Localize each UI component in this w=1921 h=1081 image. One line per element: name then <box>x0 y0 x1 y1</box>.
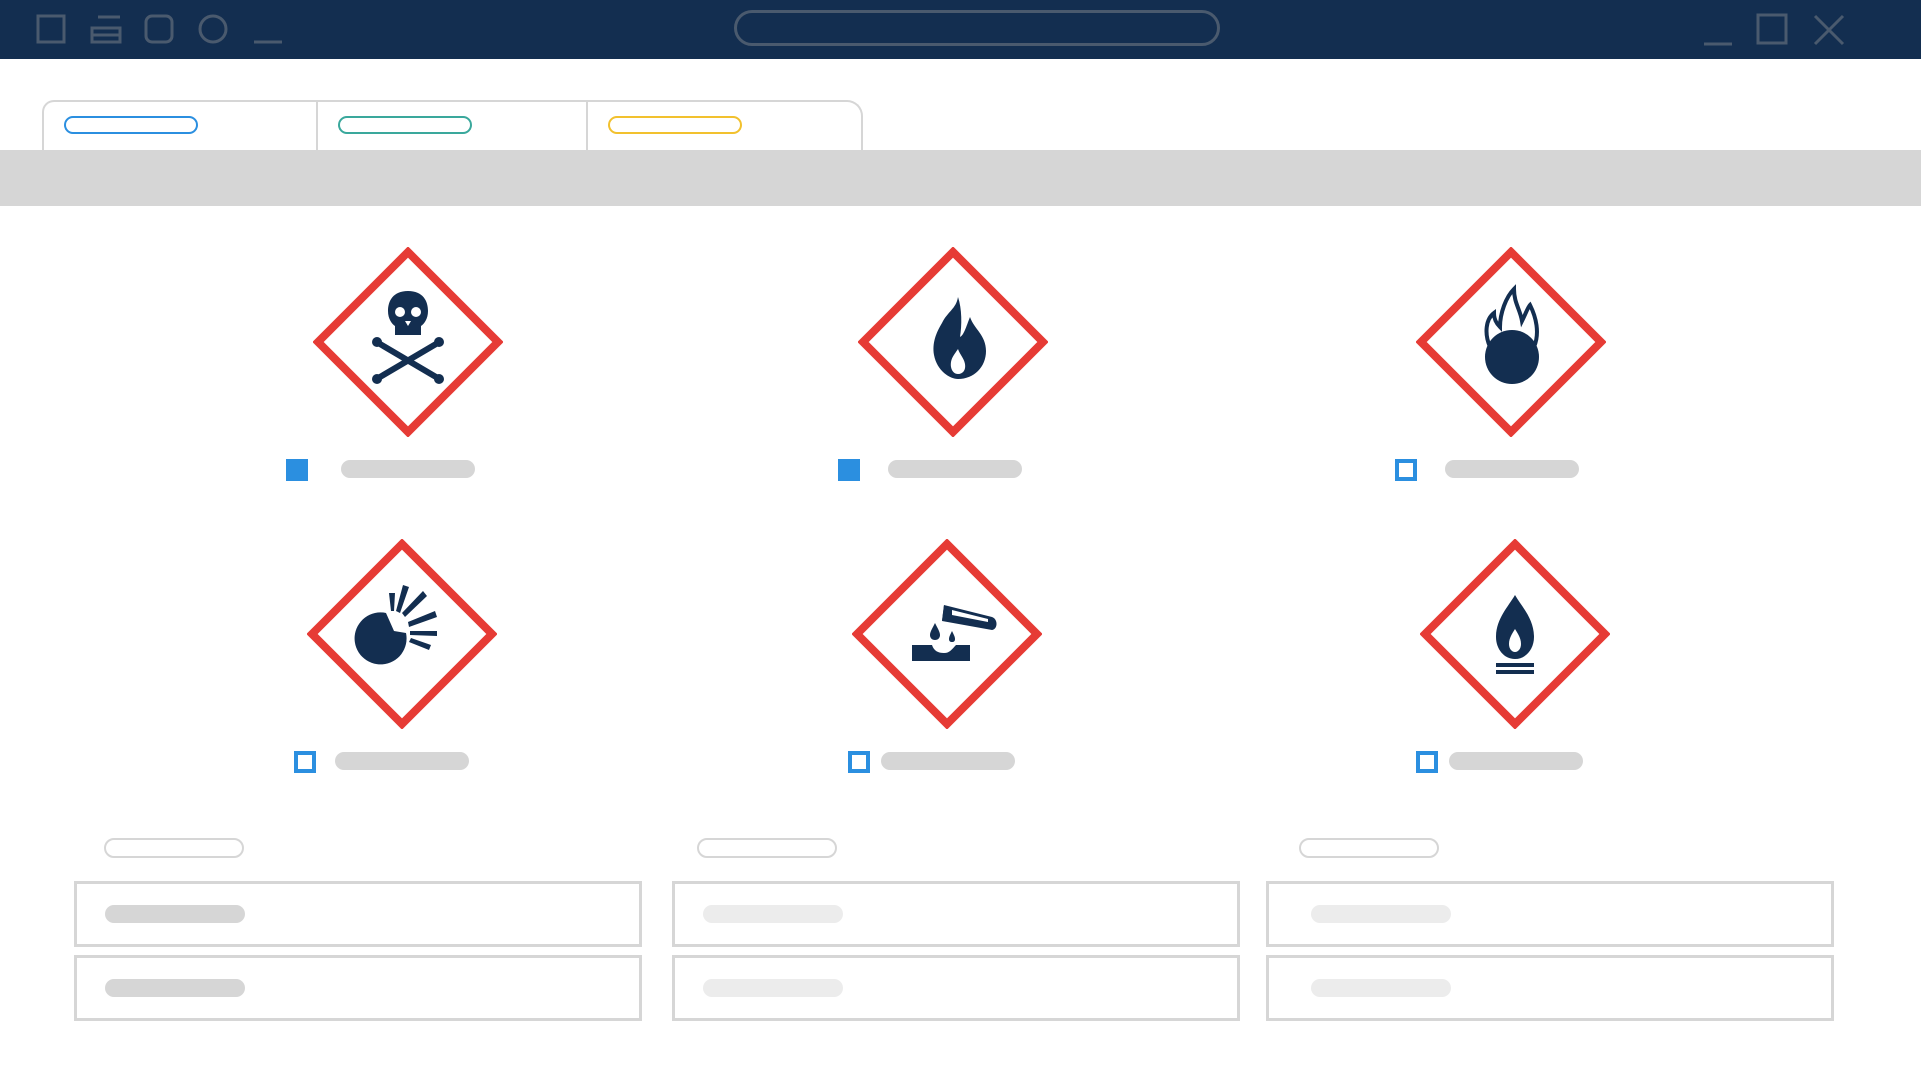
address-bar[interactable] <box>734 10 1220 46</box>
field-2-input-1[interactable] <box>672 881 1240 947</box>
tab-2[interactable] <box>316 100 588 150</box>
hazard-label-flammable-liquid <box>1449 752 1583 770</box>
hazard-toxic[interactable] <box>313 247 503 437</box>
field-2-value-1 <box>703 905 843 923</box>
hazard-corrosive[interactable] <box>852 539 1042 729</box>
tab-3-label <box>608 116 742 134</box>
underscore-icon[interactable] <box>252 14 284 44</box>
field-3-value-2 <box>1311 979 1451 997</box>
rounded-square-icon[interactable] <box>144 14 174 44</box>
hazard-flammable-liquid[interactable] <box>1420 539 1610 729</box>
hazard-label-oxidizer <box>1445 460 1579 478</box>
field-1-input-2[interactable] <box>74 955 642 1021</box>
minimize-icon[interactable] <box>1702 14 1734 46</box>
close-icon[interactable] <box>1812 13 1846 47</box>
hazard-label-flammable <box>888 460 1022 478</box>
field-label-1 <box>104 838 244 858</box>
hazard-label-toxic <box>341 460 475 478</box>
field-label-2 <box>697 838 837 858</box>
field-1-value-1 <box>105 905 245 923</box>
maximize-icon[interactable] <box>1756 13 1788 45</box>
hazard-label-corrosive <box>881 752 1015 770</box>
tab-2-label <box>338 116 472 134</box>
field-1-value-2 <box>105 979 245 997</box>
field-3-value-1 <box>1311 905 1451 923</box>
square-icon[interactable] <box>36 14 66 44</box>
hazard-oxidizer[interactable] <box>1416 247 1606 437</box>
field-3-input-1[interactable] <box>1266 881 1834 947</box>
layout-icon[interactable] <box>90 14 122 44</box>
field-label-3 <box>1299 838 1439 858</box>
hazard-checkbox-flammable-liquid[interactable] <box>1416 751 1438 773</box>
field-2-value-2 <box>703 979 843 997</box>
hazard-checkbox-explosive[interactable] <box>294 751 316 773</box>
field-1-input-1[interactable] <box>74 881 642 947</box>
tab-1-label <box>64 116 198 134</box>
hazard-checkbox-toxic[interactable] <box>286 459 308 481</box>
field-3-input-2[interactable] <box>1266 955 1834 1021</box>
tab-1[interactable] <box>42 100 318 150</box>
toolbar <box>0 150 1921 206</box>
hazard-flammable[interactable] <box>858 247 1048 437</box>
circle-icon[interactable] <box>198 14 228 44</box>
hazard-explosive[interactable] <box>307 539 497 729</box>
hazard-checkbox-flammable[interactable] <box>838 459 860 481</box>
tab-strip <box>42 100 863 150</box>
tab-3[interactable] <box>586 100 863 150</box>
hazard-checkbox-corrosive[interactable] <box>848 751 870 773</box>
hazard-label-explosive <box>335 752 469 770</box>
window-titlebar <box>0 0 1921 59</box>
hazard-checkbox-oxidizer[interactable] <box>1395 459 1417 481</box>
field-2-input-2[interactable] <box>672 955 1240 1021</box>
